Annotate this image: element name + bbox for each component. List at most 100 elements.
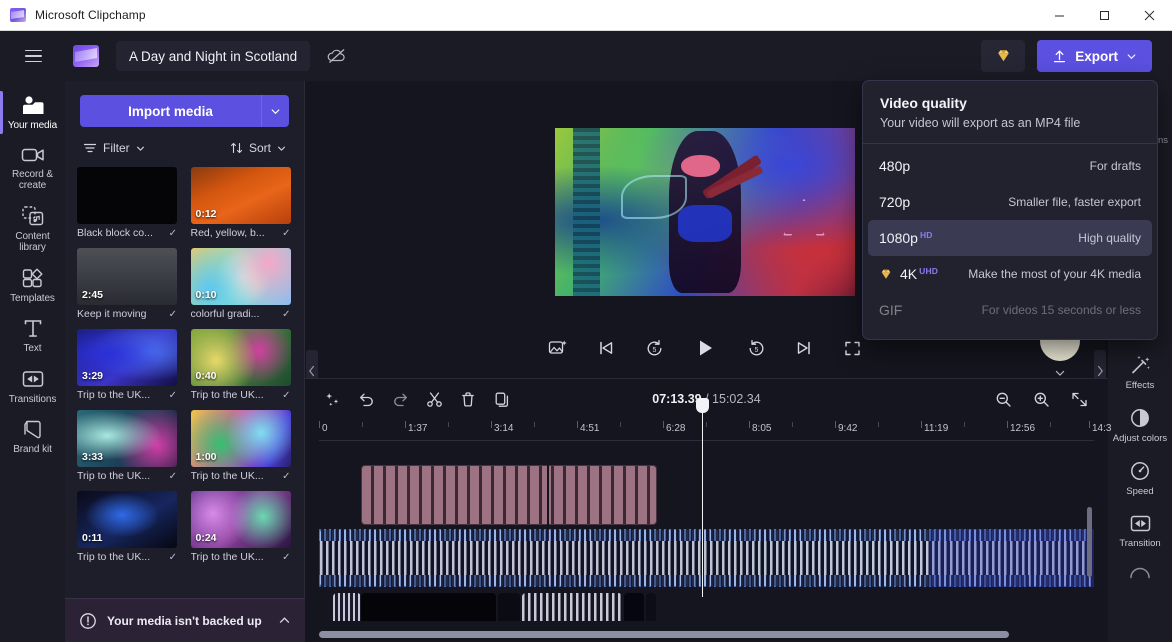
media-thumbnail[interactable]: 3:33 bbox=[77, 410, 177, 467]
media-thumbnail[interactable]: 0:24 bbox=[190, 491, 291, 548]
current-time: 07:13.39 bbox=[652, 392, 702, 406]
filter-button[interactable]: Filter bbox=[83, 141, 145, 155]
quality-option-gif[interactable]: GIF For videos 15 seconds or less bbox=[868, 292, 1152, 328]
timeline-tracks[interactable] bbox=[319, 441, 1094, 621]
premium-diamond-button[interactable] bbox=[981, 40, 1026, 72]
video-preview[interactable] bbox=[555, 128, 855, 296]
checkmark-icon: ✓ bbox=[168, 470, 177, 482]
duplicate-icon[interactable] bbox=[489, 386, 515, 412]
media-thumbnail[interactable]: 0:12 bbox=[190, 167, 291, 224]
skip-next-icon[interactable] bbox=[792, 336, 816, 360]
timeline-clip-audio-1[interactable] bbox=[361, 465, 657, 525]
quality-option-4k[interactable]: 4K UHD Make the most of your 4K media bbox=[868, 256, 1152, 292]
header-actions: Export bbox=[981, 40, 1172, 72]
media-thumbnail[interactable]: 2:45 bbox=[77, 248, 177, 305]
content-library-icon bbox=[21, 205, 43, 225]
checkmark-icon: ✓ bbox=[168, 227, 177, 239]
export-button-label: Export bbox=[1075, 48, 1118, 64]
timeline-clip-lower-4[interactable] bbox=[522, 593, 622, 621]
dropdown-header: Video quality Your video will export as … bbox=[863, 81, 1157, 143]
scissors-icon[interactable] bbox=[421, 386, 447, 412]
export-button[interactable]: Export bbox=[1037, 40, 1152, 72]
redo-icon[interactable] bbox=[387, 386, 413, 412]
quality-option-480p[interactable]: 480p For drafts bbox=[868, 148, 1152, 184]
media-thumbnail[interactable]: 0:40 bbox=[190, 329, 291, 386]
media-meta: Trip to the UK... ✓ bbox=[191, 389, 291, 401]
sidebar-item-your-media[interactable]: Your media bbox=[0, 87, 65, 138]
timeline-clip-lower-3[interactable] bbox=[498, 593, 520, 621]
rewind-5-icon[interactable]: 5 bbox=[642, 336, 666, 360]
maximize-button[interactable] bbox=[1082, 0, 1127, 31]
right-rail-item-fade[interactable] bbox=[1108, 557, 1172, 591]
media-duration: 3:29 bbox=[82, 370, 104, 382]
media-thumbnail[interactable]: 0:11 bbox=[77, 491, 177, 548]
sidebar-item-record-create[interactable]: Record & create bbox=[0, 138, 65, 198]
right-rail-item-transition[interactable]: Transition bbox=[1108, 505, 1172, 557]
sidebar-item-transitions[interactable]: Transitions bbox=[0, 361, 65, 412]
list-item[interactable]: 3:33 Trip to the UK... ✓ bbox=[77, 410, 177, 482]
sidebar-item-content-library[interactable]: Content library bbox=[0, 198, 65, 260]
list-item[interactable]: 2:45 Keep it moving ✓ bbox=[77, 248, 177, 320]
cloud-off-icon[interactable] bbox=[324, 43, 350, 69]
media-thumbnail[interactable] bbox=[77, 167, 177, 224]
zoom-out-icon[interactable] bbox=[990, 386, 1016, 412]
list-item[interactable]: 0:12 Red, yellow, b... ✓ bbox=[190, 167, 291, 239]
right-rail-item-speed[interactable]: Speed bbox=[1108, 452, 1172, 505]
media-name: Trip to the UK... bbox=[77, 551, 151, 563]
list-item[interactable]: 0:10 colorful gradi... ✓ bbox=[190, 248, 291, 320]
list-item[interactable]: 1:00 Trip to the UK... ✓ bbox=[190, 410, 291, 482]
sidebar-item-text[interactable]: Text bbox=[0, 310, 65, 361]
skip-previous-icon[interactable] bbox=[594, 336, 618, 360]
import-media-dropdown-button[interactable] bbox=[261, 95, 289, 127]
app-header: A Day and Night in Scotland Export bbox=[0, 31, 1172, 81]
timeline-playhead[interactable] bbox=[696, 398, 709, 597]
media-thumbnail[interactable]: 3:29 bbox=[77, 329, 177, 386]
zoom-in-icon[interactable] bbox=[1028, 386, 1054, 412]
undo-icon[interactable] bbox=[353, 386, 379, 412]
media-thumbnail[interactable]: 0:10 bbox=[190, 248, 291, 305]
quality-description: High quality bbox=[1078, 231, 1141, 245]
right-rail-item-effects[interactable]: Effects bbox=[1108, 346, 1172, 399]
timeline-clip-lower-1[interactable] bbox=[333, 593, 361, 621]
close-button[interactable] bbox=[1127, 0, 1172, 31]
video-camera-icon bbox=[21, 148, 44, 161]
templates-grid-icon bbox=[22, 268, 42, 287]
right-rail-item-adjust-colors[interactable]: Adjust colors bbox=[1108, 399, 1172, 452]
media-thumbnail[interactable]: 1:00 bbox=[190, 410, 291, 467]
auto-enhance-icon[interactable] bbox=[546, 336, 570, 360]
timeline-clip-lower-6[interactable] bbox=[646, 593, 656, 621]
sort-button[interactable]: Sort bbox=[230, 141, 286, 155]
list-item[interactable]: 0:40 Trip to the UK... ✓ bbox=[190, 329, 291, 401]
sidebar-item-label: Your media bbox=[7, 120, 58, 131]
fullscreen-icon[interactable] bbox=[840, 336, 864, 360]
quality-option-1080p[interactable]: 1080p HD High quality bbox=[868, 220, 1152, 256]
quality-resolution: 720p bbox=[879, 194, 911, 210]
fit-to-screen-icon[interactable] bbox=[1066, 386, 1092, 412]
timeline-ruler[interactable]: 0 1:37 3:14 4:51 6:28 8:05 9:42 11:19 12… bbox=[319, 419, 1111, 441]
sidebar-item-templates[interactable]: Templates bbox=[0, 260, 65, 311]
list-item[interactable]: 3:29 Trip to the UK... ✓ bbox=[77, 329, 177, 401]
list-item[interactable]: 0:24 Trip to the UK... ✓ bbox=[190, 491, 291, 563]
timeline-clip-lower-2[interactable] bbox=[361, 593, 496, 621]
timeline-clip-lower-5[interactable] bbox=[624, 593, 644, 621]
forward-5-icon[interactable]: 5 bbox=[744, 336, 768, 360]
info-circle-icon bbox=[80, 612, 96, 629]
upload-arrow-icon bbox=[1054, 49, 1066, 62]
timeline-horizontal-scrollbar[interactable] bbox=[319, 631, 1009, 638]
play-icon[interactable] bbox=[690, 333, 720, 363]
import-media-button[interactable]: Import media bbox=[80, 95, 261, 127]
list-item[interactable]: Black block co... ✓ bbox=[77, 167, 177, 239]
media-duration: 0:40 bbox=[195, 370, 217, 382]
timeline-vertical-scrollbar[interactable] bbox=[1087, 507, 1092, 577]
list-item[interactable]: 0:11 Trip to the UK... ✓ bbox=[77, 491, 177, 563]
quality-option-720p[interactable]: 720p Smaller file, faster export bbox=[868, 184, 1152, 220]
media-folder-icon bbox=[22, 96, 43, 114]
minimize-button[interactable] bbox=[1037, 0, 1082, 31]
sidebar-item-brand-kit[interactable]: Brand kit bbox=[0, 411, 65, 462]
hamburger-menu-icon[interactable] bbox=[13, 39, 53, 73]
backup-notice-bar[interactable]: Your media isn't backed up bbox=[65, 598, 305, 642]
magic-sparkle-icon[interactable] bbox=[319, 386, 345, 412]
trash-icon[interactable] bbox=[455, 386, 481, 412]
contrast-circle-icon bbox=[1131, 409, 1149, 427]
project-title[interactable]: A Day and Night in Scotland bbox=[116, 41, 311, 71]
